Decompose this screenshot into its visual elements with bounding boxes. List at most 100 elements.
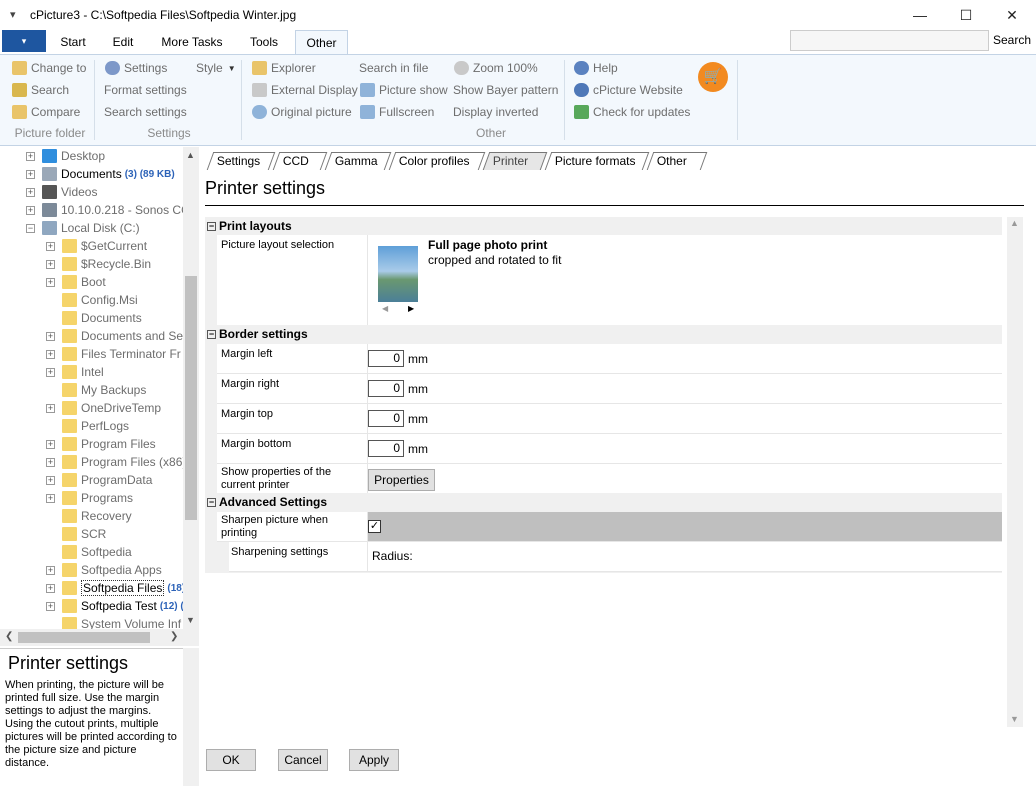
apply-button[interactable]: Apply xyxy=(349,749,399,771)
style-dropdown[interactable]: Style ▼ xyxy=(196,61,236,75)
tree-item-softpedia-files[interactable]: Softpedia Files (18) ( xyxy=(62,579,191,597)
margin-top-field[interactable]: 0 xyxy=(368,410,404,427)
expand-icon[interactable]: + xyxy=(46,260,55,269)
tree-item-folder[interactable]: Recovery xyxy=(62,507,132,525)
help-button[interactable]: Help xyxy=(574,61,618,75)
expand-icon[interactable]: + xyxy=(46,242,55,251)
tree-item-desktop[interactable]: Desktop xyxy=(42,147,105,165)
settings-tab-picture-formats[interactable]: Picture formats xyxy=(544,152,650,170)
collapse-icon[interactable]: − xyxy=(207,329,216,339)
section-print-layouts[interactable]: − Print layouts xyxy=(205,217,1002,235)
layout-next-icon[interactable]: ▶ xyxy=(408,304,414,313)
tab-start[interactable]: Start xyxy=(50,30,96,54)
tree-item-folder[interactable]: Files Terminator Fr xyxy=(62,345,181,363)
settings-tab-gamma[interactable]: Gamma xyxy=(324,152,392,170)
search-ribbon-button[interactable]: Search xyxy=(12,83,69,97)
tree-hscroll-thumb[interactable] xyxy=(18,632,150,643)
settings-tab-settings[interactable]: Settings xyxy=(206,152,276,170)
display-inverted-button[interactable]: Display inverted xyxy=(453,105,538,119)
margin-right-field[interactable]: 0 xyxy=(368,380,404,397)
section-advanced-settings[interactable]: − Advanced Settings xyxy=(205,493,1002,511)
tree-item-folder[interactable]: Softpedia xyxy=(62,543,132,561)
expand-icon[interactable]: + xyxy=(46,368,55,377)
tree-item-folder[interactable]: Program Files (x86) xyxy=(62,453,186,471)
layout-prev-icon[interactable]: ◀ xyxy=(382,304,388,313)
tree-item-folder[interactable]: Intel xyxy=(62,363,104,381)
close-icon[interactable]: ✕ xyxy=(989,0,1035,30)
show-bayer-pattern-button[interactable]: Show Bayer pattern xyxy=(453,83,558,97)
tree-item-folder[interactable]: $GetCurrent xyxy=(62,237,147,255)
format-settings-button[interactable]: Format settings xyxy=(104,83,187,97)
expand-icon[interactable]: + xyxy=(46,458,55,467)
tree-item-videos[interactable]: Videos xyxy=(42,183,97,201)
zoom-100-button[interactable]: Zoom 100% xyxy=(454,61,538,75)
tree-item-folder[interactable]: Documents xyxy=(62,309,142,327)
section-border-settings[interactable]: − Border settings xyxy=(205,325,1002,343)
expand-icon[interactable]: + xyxy=(26,206,35,215)
settings-vertical-scrollbar[interactable] xyxy=(1007,217,1023,727)
tree-scroll-thumb[interactable] xyxy=(185,276,197,520)
search-settings-button[interactable]: Search settings xyxy=(104,105,187,119)
tab-tools[interactable]: Tools xyxy=(236,30,292,54)
tab-more-tasks[interactable]: More Tasks xyxy=(152,30,232,54)
settings-button[interactable]: Settings xyxy=(105,61,167,75)
compare-button[interactable]: Compare xyxy=(12,105,80,119)
fullscreen-button[interactable]: Fullscreen xyxy=(360,105,434,119)
tree-item-local-disk[interactable]: Local Disk (C:) xyxy=(42,219,140,237)
tree-item-folder[interactable]: $Recycle.Bin xyxy=(62,255,151,273)
settings-tab-ccd[interactable]: CCD xyxy=(272,152,328,170)
scroll-up-icon[interactable]: ▲ xyxy=(1010,218,1019,228)
expand-icon[interactable]: + xyxy=(46,350,55,359)
shopping-cart-icon[interactable]: 🛒 xyxy=(698,62,728,92)
scroll-right-icon[interactable]: ❯ xyxy=(170,631,178,642)
tab-other[interactable]: Other xyxy=(295,30,348,55)
tree-item-folder[interactable]: Program Files xyxy=(62,435,156,453)
description-scrollbar[interactable] xyxy=(183,648,199,786)
cancel-button[interactable]: Cancel xyxy=(278,749,328,771)
margin-left-field[interactable]: 0 xyxy=(368,350,404,367)
properties-button[interactable]: Properties xyxy=(368,469,435,491)
tree-item-folder[interactable]: OneDriveTemp xyxy=(62,399,161,417)
tab-edit[interactable]: Edit xyxy=(100,30,146,54)
picture-layout-value[interactable]: ◀ ▶ Full page photo print cropped and ro… xyxy=(367,235,1002,325)
expand-icon[interactable]: + xyxy=(46,278,55,287)
ok-button[interactable]: OK xyxy=(206,749,256,771)
expand-icon[interactable]: + xyxy=(26,170,35,179)
tree-item-folder[interactable]: My Backups xyxy=(62,381,146,399)
expand-icon[interactable]: + xyxy=(26,152,35,161)
collapse-icon[interactable]: − xyxy=(207,221,216,231)
original-picture-button[interactable]: Original picture xyxy=(252,105,352,119)
tree-item-folder[interactable]: Boot xyxy=(62,273,106,291)
explorer-button[interactable]: Explorer xyxy=(252,61,316,75)
tree-item-folder[interactable]: PerfLogs xyxy=(62,417,129,435)
cpicture-website-button[interactable]: cPicture Website xyxy=(574,83,683,97)
expand-icon[interactable]: + xyxy=(46,476,55,485)
search-button[interactable]: Search xyxy=(993,33,1031,47)
tree-item-folder[interactable]: Documents and Se xyxy=(62,327,183,345)
expand-icon[interactable]: + xyxy=(46,584,55,593)
scroll-up-icon[interactable]: ▲ xyxy=(186,150,195,160)
collapse-icon[interactable]: − xyxy=(207,497,216,507)
maximize-icon[interactable]: ☐ xyxy=(943,0,989,30)
tree-item-folder[interactable]: Softpedia Apps xyxy=(62,561,162,579)
tree-item-folder[interactable]: Config.Msi xyxy=(62,291,138,309)
tree-item-folder[interactable]: Programs xyxy=(62,489,133,507)
layout-thumbnail[interactable] xyxy=(378,246,418,302)
search-input[interactable] xyxy=(790,30,989,51)
expand-icon[interactable]: + xyxy=(46,566,55,575)
external-display-button[interactable]: External Display xyxy=(252,83,358,97)
expand-icon[interactable]: + xyxy=(46,332,55,341)
expand-icon[interactable]: + xyxy=(46,440,55,449)
search-in-file-button[interactable]: Search in file xyxy=(359,61,428,75)
collapse-icon[interactable]: − xyxy=(26,224,35,233)
file-menu-button[interactable]: ▾ xyxy=(2,30,46,52)
tree-item-documents[interactable]: Documents (3) (89 KB) xyxy=(42,165,175,183)
settings-tab-printer[interactable]: Printer xyxy=(482,152,548,170)
picture-show-button[interactable]: Picture show xyxy=(360,83,448,97)
settings-tab-color-profiles[interactable]: Color profiles xyxy=(388,152,486,170)
scroll-down-icon[interactable]: ▼ xyxy=(186,615,195,625)
expand-icon[interactable]: + xyxy=(46,602,55,611)
sharpen-checkbox[interactable]: ✓ xyxy=(368,520,381,533)
change-to-button[interactable]: Change to xyxy=(12,61,86,75)
scroll-down-icon[interactable]: ▼ xyxy=(1010,714,1019,724)
